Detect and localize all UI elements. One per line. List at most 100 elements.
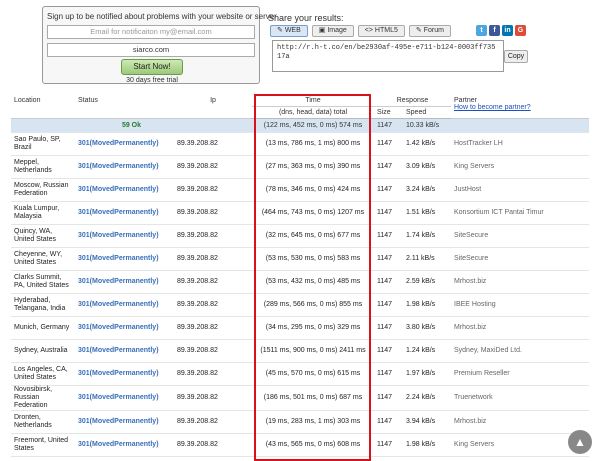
share-url-field[interactable]: http://r.h-t.co/en/be2930af-495e-e711-b1… — [272, 40, 504, 72]
table-header-row: Location Status Ip Time Response Partner… — [11, 95, 589, 119]
status-cell[interactable]: 301(MovedPermanently) — [75, 178, 174, 202]
speed-cell: 3.09 kB/s — [403, 155, 451, 179]
header-response: Response — [374, 95, 451, 107]
time-cell: (186 ms, 501 ms, 0 ms) 687 ms — [252, 385, 374, 411]
size-cell: 1147 — [374, 155, 403, 179]
partner-cell[interactable]: SiteSecure — [451, 224, 589, 248]
location-cell: Kuala Lumpur, Malaysia — [11, 201, 75, 225]
tab-forum[interactable]: ✎ Forum — [408, 25, 451, 37]
tab-html5[interactable]: <> HTML5 — [357, 25, 405, 37]
location-cell: Dronten, Netherlands — [11, 410, 75, 434]
status-cell[interactable]: 301(MovedPermanently) — [75, 270, 174, 294]
table-row: Los Angeles, CA, United States 301(MovedP… — [11, 362, 589, 386]
table-row: Clarks Summit, PA, United States 301(Move… — [11, 270, 589, 294]
top-panel: Sign up to be notified about problems wi… — [0, 0, 600, 92]
tab-image[interactable]: ▣ Image — [311, 25, 354, 37]
header-partner-label: Partner — [454, 97, 477, 104]
summary-partner — [451, 118, 589, 133]
status-cell[interactable]: 301(MovedPermanently) — [75, 132, 174, 156]
partner-cell[interactable]: Mrhost.biz — [451, 410, 589, 434]
facebook-icon[interactable]: f — [489, 25, 500, 36]
partner-cell[interactable]: SiteSecure — [451, 247, 589, 271]
ip-cell: 89.39.208.82 — [174, 178, 252, 202]
size-cell: 1147 — [374, 339, 403, 363]
linkedin-icon[interactable]: in — [502, 25, 513, 36]
email-field[interactable]: Email for notificaiton my@email.com — [47, 25, 255, 39]
location-cell: Moscow, Russian Federation — [11, 178, 75, 202]
tab-web[interactable]: ✎ WEB — [270, 25, 308, 37]
ip-cell: 89.39.208.82 — [174, 385, 252, 411]
status-cell[interactable]: 301(MovedPermanently) — [75, 247, 174, 271]
size-cell: 1147 — [374, 201, 403, 225]
partner-cell[interactable]: JustHost — [451, 178, 589, 202]
header-ip: Ip — [174, 95, 252, 119]
partner-cell[interactable]: Sydney, MaxiDed Ltd. — [451, 339, 589, 363]
time-cell: (1511 ms, 900 ms, 0 ms) 2411 ms — [252, 339, 374, 363]
status-cell[interactable]: 301(MovedPermanently) — [75, 155, 174, 179]
location-cell: Cheyenne, WY, United States — [11, 247, 75, 271]
speed-cell: 2.24 kB/s — [403, 385, 451, 411]
table-row: Sao Paulo, SP, Brazil 301(MovedPermanentl… — [11, 132, 589, 156]
partner-cell[interactable]: King Servers — [451, 155, 589, 179]
header-status: Status — [75, 95, 174, 119]
time-cell: (19 ms, 283 ms, 1 ms) 303 ms — [252, 410, 374, 434]
summary-size: 1147 — [374, 118, 403, 133]
status-cell[interactable]: 301(MovedPermanently) — [75, 316, 174, 340]
header-size: Size — [374, 106, 403, 119]
status-cell[interactable]: 301(MovedPermanently) — [75, 410, 174, 434]
speed-cell: 3.24 kB/s — [403, 178, 451, 202]
table-row: Sydney, Australia 301(MovedPermanently) 89… — [11, 339, 589, 363]
partner-cell[interactable]: HostTracker LH — [451, 132, 589, 156]
ip-cell: 89.39.208.82 — [174, 155, 252, 179]
size-cell: 1147 — [374, 270, 403, 294]
size-cell: 1147 — [374, 433, 403, 457]
table-row: Cheyenne, WY, United States 301(MovedPerm… — [11, 247, 589, 271]
ip-cell: 89.39.208.82 — [174, 339, 252, 363]
status-cell[interactable]: 301(MovedPermanently) — [75, 385, 174, 411]
status-cell[interactable]: 301(MovedPermanently) — [75, 433, 174, 457]
share-tabs: ✎ WEB ▣ Image <> HTML5 ✎ Forum — [270, 25, 451, 38]
status-cell[interactable]: 301(MovedPermanently) — [75, 201, 174, 225]
twitter-icon[interactable]: t — [476, 25, 487, 36]
google-plus-icon[interactable]: G — [515, 25, 526, 36]
ip-cell: 89.39.208.82 — [174, 410, 252, 434]
scroll-to-top-icon[interactable]: ▲ — [568, 430, 592, 454]
size-cell: 1147 — [374, 224, 403, 248]
ip-cell: 89.39.208.82 — [174, 201, 252, 225]
location-cell: Freemont, United States — [11, 433, 75, 457]
time-cell: (289 ms, 566 ms, 0 ms) 855 ms — [252, 293, 374, 317]
header-location: Location — [11, 95, 75, 119]
tab-image-label: Image — [327, 27, 347, 34]
status-cell[interactable]: 301(MovedPermanently) — [75, 224, 174, 248]
time-cell: (45 ms, 570 ms, 0 ms) 615 ms — [252, 362, 374, 386]
time-cell: (34 ms, 295 ms, 0 ms) 329 ms — [252, 316, 374, 340]
location-cell: Sydney, Australia — [11, 339, 75, 363]
status-cell[interactable]: 301(MovedPermanently) — [75, 293, 174, 317]
table-row: Meppel, Netherlands 301(MovedPermanently)… — [11, 155, 589, 179]
time-cell: (464 ms, 743 ms, 0 ms) 1207 ms — [252, 201, 374, 225]
partner-cell[interactable]: Mrhost.biz — [451, 316, 589, 340]
speed-cell: 3.80 kB/s — [403, 316, 451, 340]
location-cell: Quincy, WA, United States — [11, 224, 75, 248]
speed-cell: 1.42 kB/s — [403, 132, 451, 156]
size-cell: 1147 — [374, 132, 403, 156]
status-cell[interactable]: 301(MovedPermanently) — [75, 339, 174, 363]
size-cell: 1147 — [374, 410, 403, 434]
ip-cell: 89.39.208.82 — [174, 224, 252, 248]
start-now-button[interactable]: Start Now! — [121, 59, 183, 75]
table-row: Novosibirsk, Russian Federation 301(Moved… — [11, 385, 589, 411]
become-partner-link[interactable]: How to become partner? — [454, 104, 586, 111]
header-time: Time — [252, 95, 374, 107]
partner-cell[interactable]: Konsortium ICT Pantai Timur — [451, 201, 589, 225]
notify-label: Sign up to be notified about problems wi… — [47, 12, 277, 21]
copy-button[interactable]: Copy — [504, 50, 528, 63]
ip-cell: 89.39.208.82 — [174, 433, 252, 457]
status-cell[interactable]: 301(MovedPermanently) — [75, 362, 174, 386]
partner-cell[interactable]: Premium Reseller — [451, 362, 589, 386]
ip-cell: 89.39.208.82 — [174, 132, 252, 156]
partner-cell[interactable]: IBEE Hosting — [451, 293, 589, 317]
domain-field[interactable]: siarco.com — [47, 43, 255, 57]
partner-cell[interactable]: Truenetwork — [451, 385, 589, 411]
table-row: Dronten, Netherlands 301(MovedPermanently… — [11, 410, 589, 434]
partner-cell[interactable]: Mrhost.biz — [451, 270, 589, 294]
